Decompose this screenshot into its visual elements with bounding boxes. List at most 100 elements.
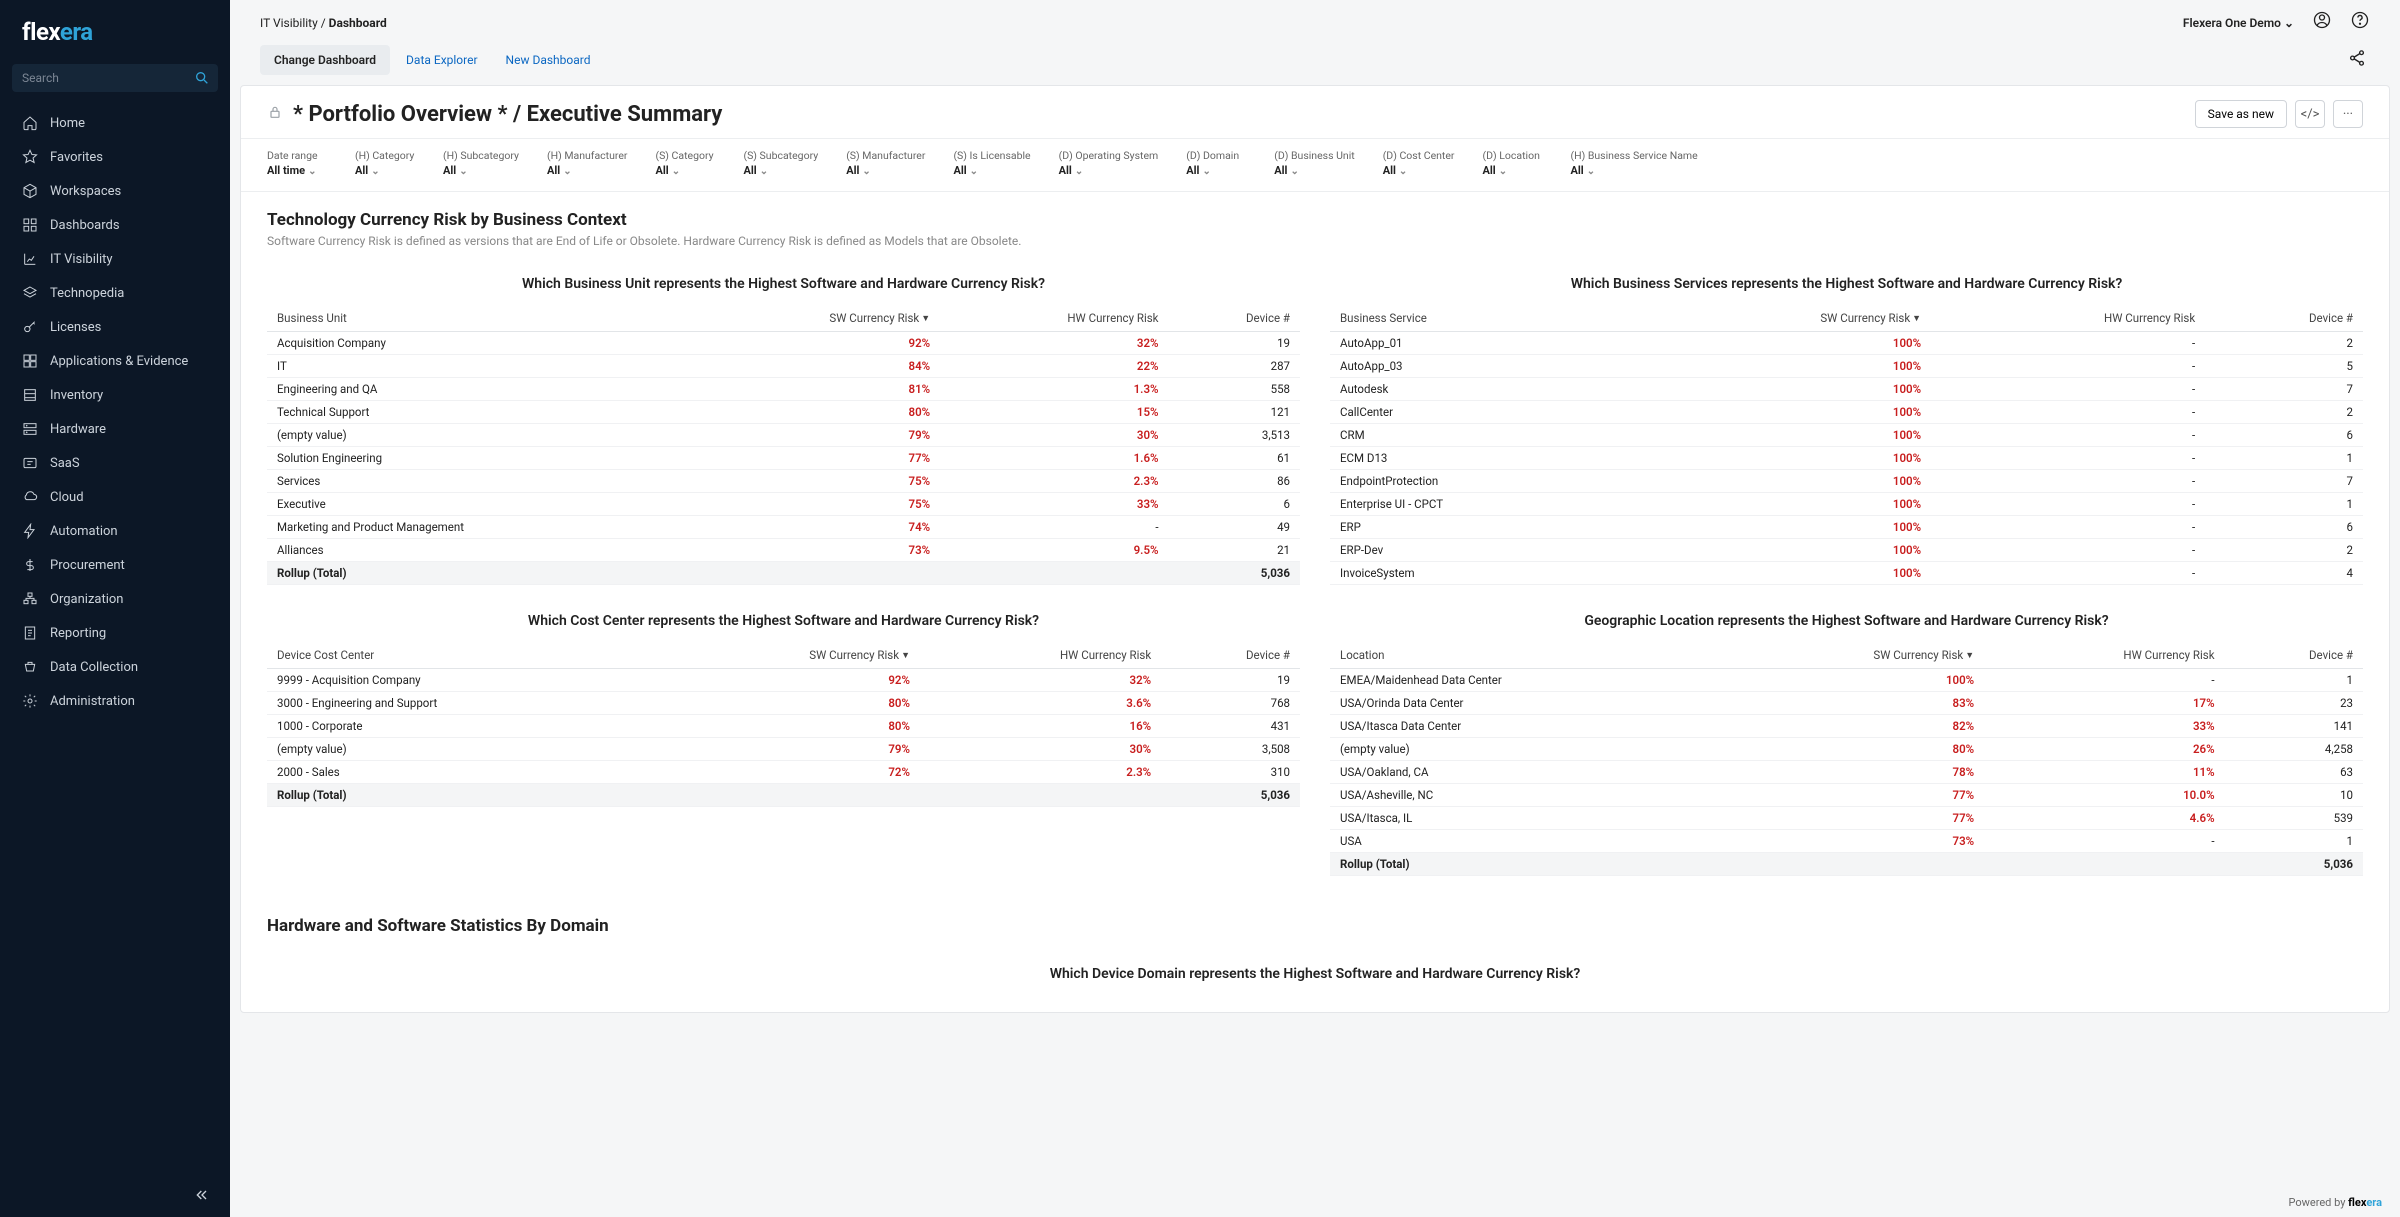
- filter-value[interactable]: All⌄: [1383, 164, 1455, 177]
- column-header[interactable]: Device #: [1161, 643, 1300, 669]
- new-dashboard-link[interactable]: New Dashboard: [494, 45, 603, 75]
- filter--h-category[interactable]: (H) CategoryAll⌄: [355, 149, 415, 177]
- table-row[interactable]: USA/Oakland, CA78%11%63: [1330, 761, 2363, 784]
- filter-date-range[interactable]: Date rangeAll time⌄: [267, 149, 327, 177]
- table-row[interactable]: EndpointProtection100%-7: [1330, 470, 2363, 493]
- sidebar-item-automation[interactable]: Automation: [0, 514, 230, 548]
- code-button[interactable]: </>: [2295, 100, 2325, 128]
- collapse-sidebar-button[interactable]: [184, 1182, 220, 1213]
- sidebar-item-procurement[interactable]: Procurement: [0, 548, 230, 582]
- table-row[interactable]: USA73%-1: [1330, 830, 2363, 853]
- search-input[interactable]: [12, 64, 218, 92]
- filter-value[interactable]: All⌄: [1274, 164, 1354, 177]
- column-header[interactable]: SW Currency Risk▼: [1723, 643, 1984, 669]
- filter--d-cost-center[interactable]: (D) Cost CenterAll⌄: [1383, 149, 1455, 177]
- table-row[interactable]: Engineering and QA81%1.3%558: [267, 378, 1300, 401]
- sidebar-item-applications-evidence[interactable]: Applications & Evidence: [0, 344, 230, 378]
- table-row[interactable]: 9999 - Acquisition Company92%32%19: [267, 669, 1300, 692]
- filter-value[interactable]: All⌄: [953, 164, 1030, 177]
- sidebar-item-favorites[interactable]: Favorites: [0, 140, 230, 174]
- more-button[interactable]: ···: [2333, 100, 2363, 128]
- sidebar-item-technopedia[interactable]: Technopedia: [0, 276, 230, 310]
- table-row[interactable]: CallCenter100%-2: [1330, 401, 2363, 424]
- filter--h-manufacturer[interactable]: (H) ManufacturerAll⌄: [547, 149, 627, 177]
- filter-value[interactable]: All⌄: [1483, 164, 1543, 177]
- table-row[interactable]: Executive75%33%6: [267, 493, 1300, 516]
- filter--d-location[interactable]: (D) LocationAll⌄: [1483, 149, 1543, 177]
- table-row[interactable]: Solution Engineering77%1.6%61: [267, 447, 1300, 470]
- sidebar-item-organization[interactable]: Organization: [0, 582, 230, 616]
- column-header[interactable]: HW Currency Risk: [1984, 643, 2224, 669]
- table-row[interactable]: (empty value)79%30%3,513: [267, 424, 1300, 447]
- data-explorer-link[interactable]: Data Explorer: [394, 45, 490, 75]
- table-row[interactable]: Autodesk100%-7: [1330, 378, 2363, 401]
- user-icon[interactable]: [2312, 10, 2332, 35]
- sidebar-item-reporting[interactable]: Reporting: [0, 616, 230, 650]
- search-box[interactable]: [12, 64, 218, 92]
- column-header[interactable]: Device Cost Center: [267, 643, 658, 669]
- table-row[interactable]: Technical Support80%15%121: [267, 401, 1300, 424]
- table-row[interactable]: Enterprise UI - CPCT100%-1: [1330, 493, 2363, 516]
- column-header[interactable]: HW Currency Risk: [920, 643, 1161, 669]
- filter--s-category[interactable]: (S) CategoryAll⌄: [655, 149, 715, 177]
- filter-value[interactable]: All⌄: [743, 164, 818, 177]
- table-row[interactable]: AutoApp_03100%-5: [1330, 355, 2363, 378]
- table-row[interactable]: Services75%2.3%86: [267, 470, 1300, 493]
- sidebar-item-it-visibility[interactable]: IT Visibility: [0, 242, 230, 276]
- table-row[interactable]: 2000 - Sales72%2.3%310: [267, 761, 1300, 784]
- filter--s-is-licensable[interactable]: (S) Is LicensableAll⌄: [953, 149, 1030, 177]
- filter--h-subcategory[interactable]: (H) SubcategoryAll⌄: [443, 149, 519, 177]
- help-icon[interactable]: [2350, 10, 2370, 35]
- filter-value[interactable]: All⌄: [1571, 164, 1698, 177]
- filter-value[interactable]: All⌄: [1186, 164, 1246, 177]
- sidebar-item-data-collection[interactable]: Data Collection: [0, 650, 230, 684]
- column-header[interactable]: SW Currency Risk▼: [658, 643, 920, 669]
- column-header[interactable]: Location: [1330, 643, 1723, 669]
- filter-value[interactable]: All⌄: [443, 164, 519, 177]
- sidebar-item-hardware[interactable]: Hardware: [0, 412, 230, 446]
- filter--s-subcategory[interactable]: (S) SubcategoryAll⌄: [743, 149, 818, 177]
- filter--s-manufacturer[interactable]: (S) ManufacturerAll⌄: [846, 149, 925, 177]
- sidebar-item-cloud[interactable]: Cloud: [0, 480, 230, 514]
- column-header[interactable]: Device #: [1169, 306, 1300, 332]
- filter-value[interactable]: All⌄: [547, 164, 627, 177]
- column-header[interactable]: SW Currency Risk▼: [692, 306, 940, 332]
- column-header[interactable]: SW Currency Risk▼: [1633, 306, 1931, 332]
- column-header[interactable]: HW Currency Risk: [940, 306, 1168, 332]
- table-row[interactable]: Marketing and Product Management74%-49: [267, 516, 1300, 539]
- column-header[interactable]: Device #: [2205, 306, 2363, 332]
- table-row[interactable]: USA/Itasca, IL77%4.6%539: [1330, 807, 2363, 830]
- filter-value[interactable]: All time⌄: [267, 164, 327, 177]
- filter-value[interactable]: All⌄: [355, 164, 415, 177]
- sidebar-item-dashboards[interactable]: Dashboards: [0, 208, 230, 242]
- table-row[interactable]: Acquisition Company92%32%19: [267, 332, 1300, 355]
- filter-value[interactable]: All⌄: [846, 164, 925, 177]
- table-row[interactable]: USA/Itasca Data Center82%33%141: [1330, 715, 2363, 738]
- sidebar-item-administration[interactable]: Administration: [0, 684, 230, 718]
- org-selector[interactable]: Flexera One Demo ⌄: [2183, 16, 2294, 30]
- sidebar-item-inventory[interactable]: Inventory: [0, 378, 230, 412]
- save-as-new-button[interactable]: Save as new: [2195, 100, 2287, 128]
- filter--d-domain[interactable]: (D) DomainAll⌄: [1186, 149, 1246, 177]
- table-row[interactable]: ECM D13100%-1: [1330, 447, 2363, 470]
- change-dashboard-button[interactable]: Change Dashboard: [260, 45, 390, 75]
- table-row[interactable]: ERP100%-6: [1330, 516, 2363, 539]
- sidebar-item-licenses[interactable]: Licenses: [0, 310, 230, 344]
- filter--h-business-service-name[interactable]: (H) Business Service NameAll⌄: [1571, 149, 1698, 177]
- column-header[interactable]: Device #: [2225, 643, 2363, 669]
- sidebar-item-saas[interactable]: SaaS: [0, 446, 230, 480]
- column-header[interactable]: Business Unit: [267, 306, 692, 332]
- table-row[interactable]: AutoApp_01100%-2: [1330, 332, 2363, 355]
- table-row[interactable]: InvoiceSystem100%-4: [1330, 562, 2363, 585]
- filter--d-operating-system[interactable]: (D) Operating SystemAll⌄: [1059, 149, 1159, 177]
- sidebar-item-home[interactable]: Home: [0, 106, 230, 140]
- table-row[interactable]: Alliances73%9.5%21: [267, 539, 1300, 562]
- table-row[interactable]: EMEA/Maidenhead Data Center100%-1: [1330, 669, 2363, 692]
- table-row[interactable]: IT84%22%287: [267, 355, 1300, 378]
- filter-value[interactable]: All⌄: [655, 164, 715, 177]
- column-header[interactable]: HW Currency Risk: [1931, 306, 2205, 332]
- table-row[interactable]: USA/Asheville, NC77%10.0%10: [1330, 784, 2363, 807]
- table-row[interactable]: 3000 - Engineering and Support80%3.6%768: [267, 692, 1300, 715]
- table-row[interactable]: 1000 - Corporate80%16%431: [267, 715, 1300, 738]
- table-row[interactable]: ERP-Dev100%-2: [1330, 539, 2363, 562]
